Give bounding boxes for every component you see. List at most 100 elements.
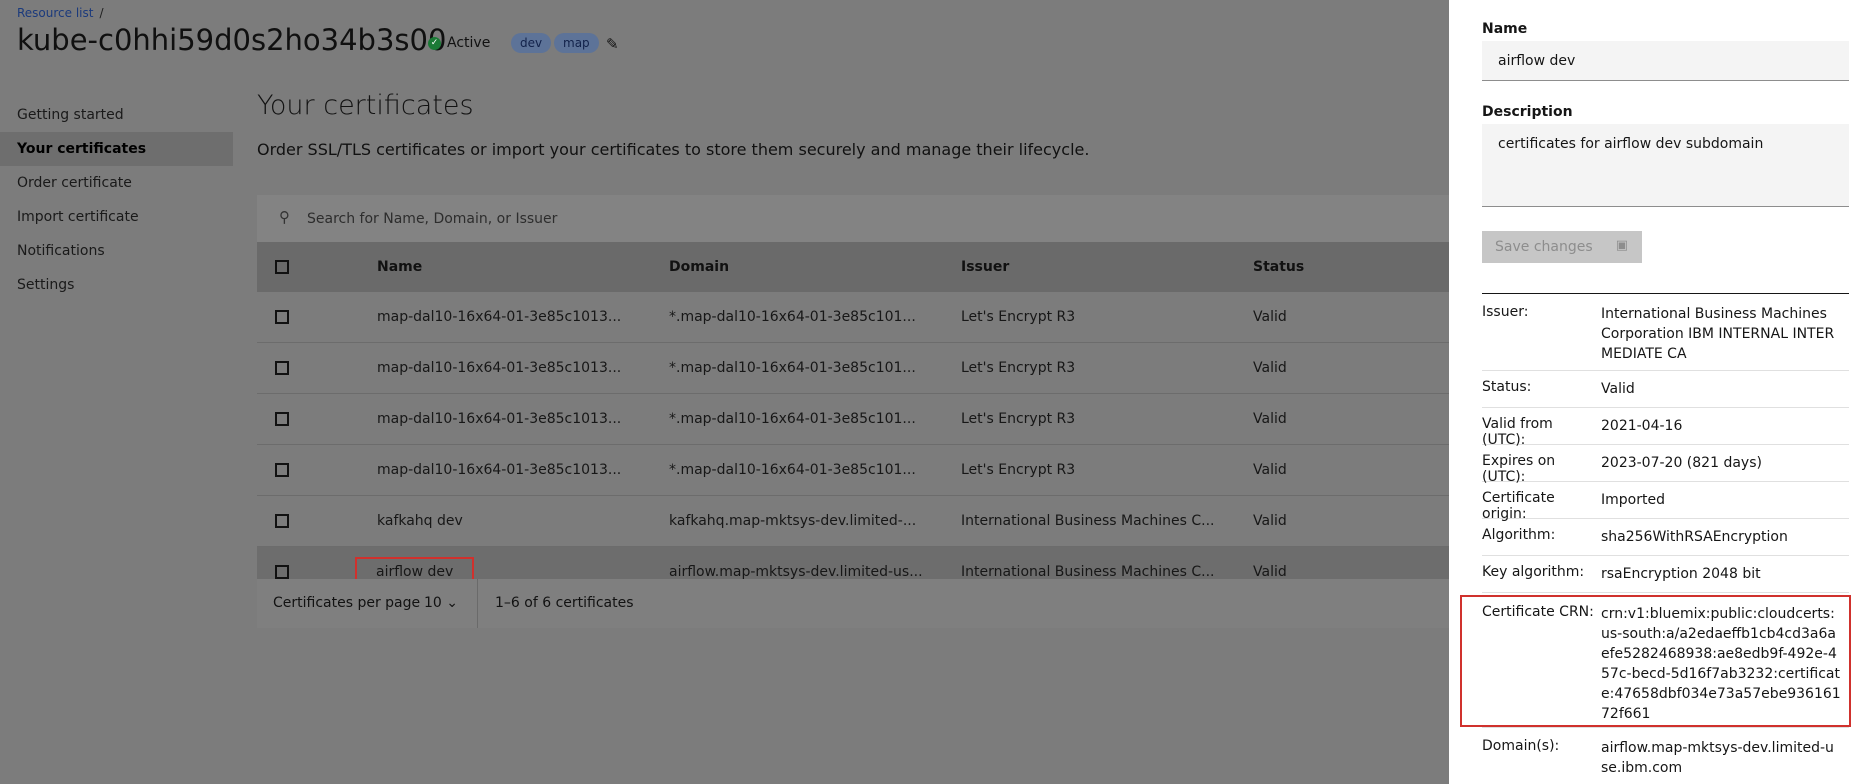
row-checkbox-cell — [257, 444, 376, 496]
side-nav-order-certificate[interactable]: Order certificate — [0, 166, 233, 200]
cell-name[interactable]: map-dal10-16x64-01-3e85c1013... — [376, 292, 668, 343]
cell-status: Valid — [1252, 444, 1449, 496]
cell-status: Valid — [1252, 292, 1449, 343]
cell-status: Valid — [1252, 393, 1449, 445]
breadcrumb-resource-list-link[interactable]: Resource list — [17, 6, 93, 20]
cell-status: Valid — [1252, 342, 1449, 394]
detail-key: Domain(s): — [1482, 738, 1560, 754]
side-nav-getting-started[interactable]: Getting started — [0, 98, 233, 132]
detail-value: Valid — [1601, 381, 1635, 397]
per-page-value: 10 — [424, 595, 442, 611]
row-checkbox-cell — [257, 495, 376, 547]
cell-status: Valid — [1252, 495, 1449, 547]
detail-algorithm: Algorithm: sha256WithRSAEncryption — [1482, 518, 1849, 556]
row-checkbox[interactable] — [275, 565, 289, 579]
certificates-table: Name Domain Issuer Status map-dal10-16x6… — [257, 242, 1449, 598]
cell-domain: *.map-dal10-16x64-01-3e85c101... — [668, 393, 960, 445]
cell-domain: *.map-dal10-16x64-01-3e85c101... — [668, 444, 960, 496]
cell-domain: *.map-dal10-16x64-01-3e85c101... — [668, 342, 960, 394]
detail-key: Issuer: — [1482, 304, 1529, 320]
table-row[interactable]: kafkahq dev kafkahq.map-mktsys-dev.limit… — [257, 495, 1449, 547]
detail-value: Imported — [1601, 492, 1665, 508]
row-checkbox[interactable] — [275, 361, 289, 375]
side-nav-import-certificate[interactable]: Import certificate — [0, 200, 233, 234]
cell-name[interactable]: map-dal10-16x64-01-3e85c1013... — [376, 342, 668, 394]
detail-value: 2023-07-20 (821 days) — [1601, 455, 1762, 471]
tag-map: map — [554, 33, 599, 53]
pagination-range: 1–6 of 6 certificates — [495, 595, 634, 611]
name-field[interactable] — [1482, 41, 1849, 81]
cell-domain: *.map-dal10-16x64-01-3e85c101... — [668, 292, 960, 343]
row-checkbox[interactable] — [275, 514, 289, 528]
search-input[interactable] — [305, 205, 909, 233]
row-checkbox[interactable] — [275, 310, 289, 324]
edit-pencil-icon[interactable]: ✎ — [606, 35, 619, 53]
table-row[interactable]: map-dal10-16x64-01-3e85c1013... *.map-da… — [257, 444, 1449, 496]
row-checkbox-cell — [257, 342, 376, 394]
detail-origin: Certificate origin: Imported — [1482, 481, 1849, 522]
section-description: Order SSL/TLS certificates or import you… — [257, 140, 1090, 159]
row-checkbox-cell — [257, 292, 376, 343]
save-changes-label: Save changes — [1495, 239, 1593, 255]
crn-highlight-box — [1460, 595, 1851, 727]
detail-value: airflow.map-mktsys-dev.limited-use.ibm.c… — [1601, 740, 1834, 776]
row-checkbox[interactable] — [275, 463, 289, 477]
description-label: Description — [1482, 104, 1573, 120]
tag-dev: dev — [511, 33, 552, 53]
cell-name[interactable]: kafkahq dev — [376, 495, 668, 547]
side-nav: Getting started Your certificates Order … — [0, 98, 233, 302]
select-all-cell — [257, 242, 376, 292]
cell-domain: kafkahq.map-mktsys-dev.limited-... — [668, 495, 960, 547]
side-nav-your-certificates[interactable]: Your certificates — [0, 132, 233, 166]
detail-key: Algorithm: — [1482, 527, 1556, 543]
column-header-status[interactable]: Status — [1252, 242, 1449, 292]
table-row[interactable]: map-dal10-16x64-01-3e85c1013... *.map-da… — [257, 393, 1449, 445]
save-changes-button[interactable]: Save changes ▣ — [1482, 231, 1642, 263]
table-row[interactable]: map-dal10-16x64-01-3e85c1013... *.map-da… — [257, 342, 1449, 394]
status-text: Active — [447, 35, 491, 51]
pagination: Certificates per page 10 ⌄ 1–6 of 6 cert… — [257, 579, 1449, 628]
column-header-issuer[interactable]: Issuer — [960, 242, 1252, 292]
row-checkbox[interactable] — [275, 412, 289, 426]
status-badge: ✓ Active — [428, 35, 490, 51]
cell-issuer: International Business Machines C... — [960, 495, 1252, 547]
cell-issuer: Let's Encrypt R3 — [960, 393, 1252, 445]
detail-value: rsaEncryption 2048 bit — [1601, 566, 1761, 582]
pagination-divider — [477, 579, 478, 628]
cell-issuer: Let's Encrypt R3 — [960, 444, 1252, 496]
select-all-checkbox[interactable] — [275, 260, 289, 274]
detail-value: sha256WithRSAEncryption — [1601, 529, 1788, 545]
row-checkbox-cell — [257, 393, 376, 445]
description-field[interactable]: certificates for airflow dev subdomain — [1482, 124, 1849, 207]
detail-valid-from: Valid from (UTC): 2021-04-16 — [1482, 407, 1849, 448]
detail-key: Status: — [1482, 379, 1532, 395]
per-page-label: Certificates per page — [273, 595, 421, 611]
detail-issuer: Issuer: International Business Machines … — [1482, 295, 1849, 371]
page-title: kube-c0hhi59d0s2ho34b3s00 — [17, 23, 447, 57]
detail-value: 2021-04-16 — [1601, 418, 1683, 434]
main-page: Resource list / kube-c0hhi59d0s2ho34b3s00… — [0, 0, 1449, 784]
chevron-down-icon: ⌄ — [446, 595, 459, 611]
side-nav-notifications[interactable]: Notifications — [0, 234, 233, 268]
table-header-row: Name Domain Issuer Status — [257, 242, 1449, 292]
side-nav-settings[interactable]: Settings — [0, 268, 233, 302]
column-header-name[interactable]: Name — [376, 242, 668, 292]
detail-key: Key algorithm: — [1482, 564, 1585, 580]
cell-issuer: Let's Encrypt R3 — [960, 342, 1252, 394]
search-icon: ⚲ — [279, 208, 290, 226]
cell-name[interactable]: map-dal10-16x64-01-3e85c1013... — [376, 444, 668, 496]
detail-domains: Domain(s): airflow.map-mktsys-dev.limite… — [1482, 729, 1849, 784]
table-row[interactable]: map-dal10-16x64-01-3e85c1013... *.map-da… — [257, 292, 1449, 343]
detail-value: International Business Machines Corporat… — [1601, 306, 1835, 362]
detail-status: Status: Valid — [1482, 370, 1849, 408]
details-divider — [1482, 293, 1849, 294]
column-header-domain[interactable]: Domain — [668, 242, 960, 292]
cell-name[interactable]: map-dal10-16x64-01-3e85c1013... — [376, 393, 668, 445]
section-title: Your certificates — [257, 90, 474, 121]
per-page-select[interactable]: 10 ⌄ — [424, 595, 458, 611]
cell-issuer: Let's Encrypt R3 — [960, 292, 1252, 343]
check-circle-icon: ✓ — [428, 36, 441, 50]
save-icon: ▣ — [1615, 238, 1628, 253]
detail-key-algorithm: Key algorithm: rsaEncryption 2048 bit — [1482, 555, 1849, 593]
detail-expires-on: Expires on (UTC): 2023-07-20 (821 days) — [1482, 444, 1849, 485]
